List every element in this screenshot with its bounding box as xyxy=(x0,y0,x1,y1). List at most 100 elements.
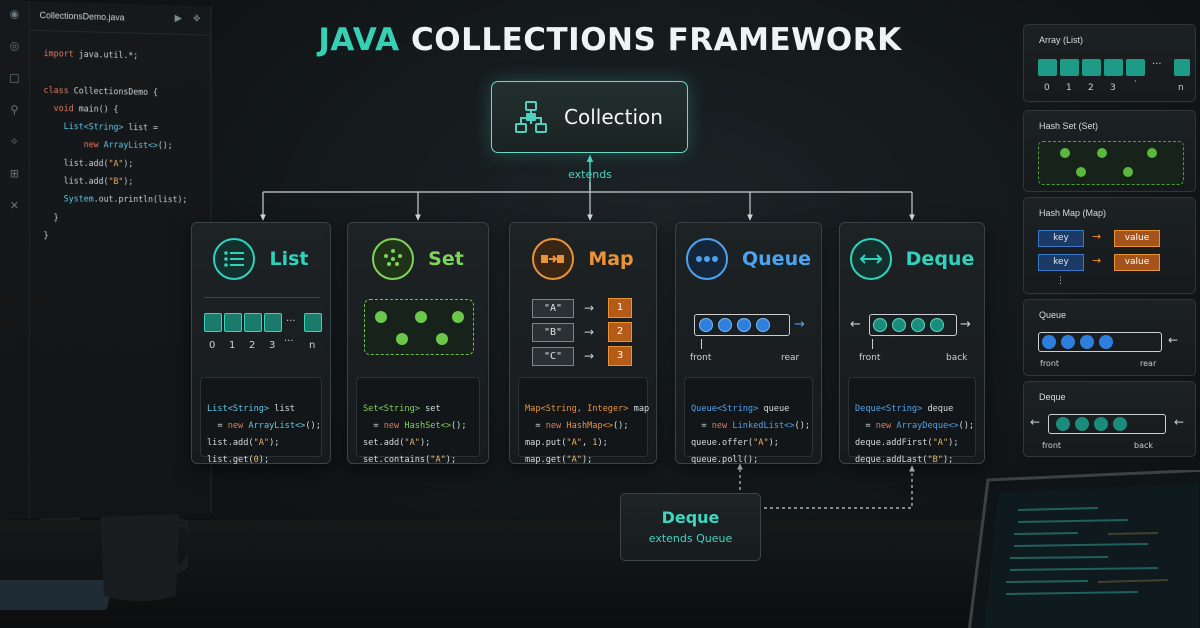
deque-element xyxy=(892,318,906,332)
rp-array-ellipsis: ··· xyxy=(1152,59,1162,70)
rp-hashset-element xyxy=(1123,167,1133,177)
rp-queue-arrow-icon: ← xyxy=(1168,333,1179,347)
deque-left-arrow-icon: ← xyxy=(850,317,861,332)
set-element xyxy=(436,333,448,345)
map-arrow-icon: → xyxy=(584,349,595,363)
code-line: deque.addLast("B"); xyxy=(855,455,954,465)
queue-element xyxy=(756,318,770,332)
page-title: JAVA COLLECTIONS FRAMEWORK xyxy=(310,22,910,58)
deque-code: Deque<String> deque = new ArrayDeque<>()… xyxy=(848,377,976,465)
code-line: = new ArrayList<>(); xyxy=(207,421,321,431)
activity-bar: ◉ ◎ □ ⚲ ✧ ⊞ ✕ xyxy=(0,0,30,520)
rp-queue-front-label: front xyxy=(1040,359,1060,368)
code-line: list.get(0); xyxy=(207,455,270,465)
code-line: queue.offer("A"); xyxy=(691,438,779,448)
rp-hashset-container xyxy=(1038,141,1184,185)
rp-hashmap-arrow-icon: → xyxy=(1092,254,1102,267)
list-card[interactable]: List ··· 0 1 2 3 ··· n List<String> list… xyxy=(191,222,331,465)
split-editor-icon[interactable]: ❖ xyxy=(193,14,202,25)
extends-label: extends xyxy=(568,168,612,181)
map-card[interactable]: Map "A" "B" "C" → → → 1 2 3 Map<String, … xyxy=(509,222,657,465)
queue-card[interactable]: Queue → front rear Queue<String> queue =… xyxy=(675,222,822,465)
rp-queue-element xyxy=(1080,335,1094,349)
account-icon[interactable]: ◎ xyxy=(8,39,20,52)
set-element xyxy=(396,333,408,345)
code-line: List<String> list xyxy=(207,404,295,414)
set-card[interactable]: Set Set<String> set = new HashSet<>(); s… xyxy=(347,222,489,465)
code-line: set.contains("A"); xyxy=(363,455,457,465)
rp-hash-set[interactable]: Hash Set (Set) xyxy=(1023,110,1196,192)
code-editor-panel: ◉ ◎ □ ⚲ ✧ ⊞ ✕ CollectionsDemo.java ▶ ❖ i… xyxy=(0,0,212,520)
rp-array-list[interactable]: Array (List) ··· 0 1 2 3 · n xyxy=(1023,24,1196,102)
deque-back-label: back xyxy=(946,353,968,363)
editor-tab[interactable]: CollectionsDemo.java xyxy=(40,10,125,22)
rp-hashset-title: Hash Set (Set) xyxy=(1039,121,1099,131)
list-code: List<String> list = new ArrayList<>(); l… xyxy=(200,377,322,465)
deque-extends-subtitle: extends Queue xyxy=(648,532,733,545)
queue-element xyxy=(718,318,732,332)
deque-extends-queue-box[interactable]: Deque extends Queue xyxy=(620,493,761,561)
rp-hashmap-title: Hash Map (Map) xyxy=(1039,208,1107,218)
map-key: "B" xyxy=(532,323,574,342)
map-value: 2 xyxy=(608,322,632,342)
set-element xyxy=(452,311,464,323)
code-line: = new HashMap<>(); xyxy=(525,421,629,431)
rp-array-cell xyxy=(1038,59,1057,76)
extensions-icon[interactable]: ⊞ xyxy=(8,167,20,180)
rp-hashmap-value: value xyxy=(1114,254,1160,271)
collection-root-node[interactable]: Collection xyxy=(491,81,688,153)
rp-queue-element xyxy=(1099,335,1113,349)
queue-title: Queue xyxy=(742,248,811,270)
set-code: Set<String> set = new HashSet<>(); set.a… xyxy=(356,377,480,465)
rp-array-index: 0 xyxy=(1044,83,1050,93)
rp-array-cell xyxy=(1060,59,1079,76)
code-line: Queue<String> queue xyxy=(691,404,790,414)
code-line: Map<String, Integer> map xyxy=(525,404,650,414)
rp-array-cell xyxy=(1174,59,1190,76)
title-rest: COLLECTIONS FRAMEWORK xyxy=(410,22,902,58)
map-key: "C" xyxy=(532,347,574,366)
editor-code-line: list.add("A"); xyxy=(43,158,134,170)
rp-deque-element xyxy=(1113,417,1127,431)
rp-array-index: · xyxy=(1134,77,1137,87)
deque-extends-title: Deque xyxy=(661,508,720,527)
rp-hash-map[interactable]: Hash Map (Map) key → value key → value ⋮ xyxy=(1023,197,1196,294)
tools-icon[interactable]: ✕ xyxy=(8,199,20,212)
rp-array-index: 2 xyxy=(1088,83,1094,93)
rp-deque-right-arrow-icon: ← xyxy=(1174,415,1185,429)
rp-hashmap-value: value xyxy=(1114,230,1160,247)
run-icon[interactable]: ▶ xyxy=(175,13,182,24)
front-marker xyxy=(701,339,702,349)
map-icon xyxy=(532,238,575,280)
github-icon[interactable]: ◉ xyxy=(8,7,20,20)
list-index: 3 xyxy=(269,340,276,351)
list-divider xyxy=(204,297,320,298)
set-icon xyxy=(372,238,415,280)
code-line: = new LinkedList<>(); xyxy=(691,421,811,431)
rp-hashset-element xyxy=(1060,148,1070,158)
rp-deque[interactable]: Deque ← ← front back xyxy=(1023,381,1196,457)
rp-deque-element xyxy=(1075,417,1089,431)
editor-code-line: list.add("B"); xyxy=(43,176,134,188)
rp-deque-title: Deque xyxy=(1039,392,1066,402)
code-line: map.get("A"); xyxy=(525,455,593,465)
rp-hashset-element xyxy=(1147,148,1157,158)
queue-element xyxy=(699,318,713,332)
laptop-decoration xyxy=(967,470,1200,628)
set-element xyxy=(415,311,427,323)
deque-card[interactable]: Deque ← → front back Deque<String> deque… xyxy=(839,222,985,465)
rp-queue[interactable]: Queue ← front rear xyxy=(1023,299,1196,376)
search-icon[interactable]: ⚲ xyxy=(8,103,20,116)
files-icon[interactable]: □ xyxy=(8,71,20,84)
rp-hashset-element xyxy=(1097,148,1107,158)
hierarchy-icon xyxy=(515,101,547,133)
rp-array-index: n xyxy=(1178,83,1184,93)
rp-deque-element xyxy=(1094,417,1108,431)
list-icon xyxy=(213,238,256,280)
source-control-icon[interactable]: ✧ xyxy=(8,135,20,148)
code-line: queue.poll(); xyxy=(691,455,759,465)
list-title: List xyxy=(269,248,309,270)
rp-hashmap-key: key xyxy=(1038,254,1084,271)
editor-code[interactable]: import java.util.*; class CollectionsDem… xyxy=(44,45,188,245)
rp-array-index: 1 xyxy=(1066,83,1072,93)
